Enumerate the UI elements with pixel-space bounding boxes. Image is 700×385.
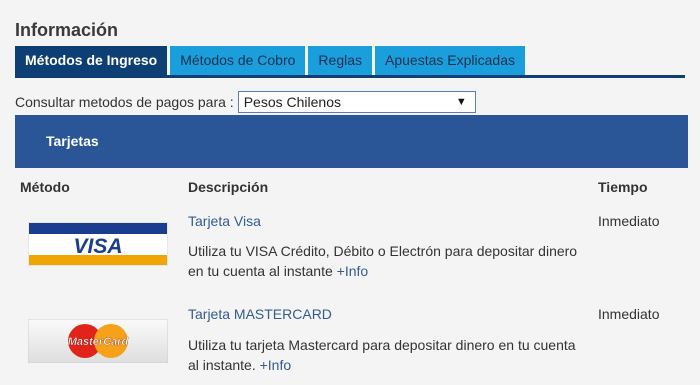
method-time: Inmediato — [598, 306, 660, 322]
tabs-divider — [15, 75, 685, 78]
column-header-method: Método — [20, 179, 70, 195]
mastercard-logo: MasterCard — [27, 318, 169, 364]
tab-apuestas-explicadas[interactable]: Apuestas Explicadas — [375, 46, 525, 75]
method-name-visa[interactable]: Tarjeta Visa — [188, 213, 261, 229]
section-header: Tarjetas — [15, 115, 688, 168]
more-info-link[interactable]: +Info — [260, 357, 292, 373]
page-title: Información — [15, 20, 119, 40]
tab-reglas[interactable]: Reglas — [308, 46, 373, 75]
column-header-time: Tiempo — [598, 179, 648, 195]
tab-bar: Métodos de Ingreso Métodos de Cobro Regl… — [15, 46, 528, 75]
method-time: Inmediato — [598, 213, 660, 229]
currency-select-value: Pesos Chilenos — [243, 94, 341, 110]
description-text: Utiliza tu VISA Crédito, Débito o Electr… — [188, 243, 578, 279]
filter-label: Consultar metodos de pagos para : — [15, 94, 234, 110]
currency-select[interactable]: Pesos Chilenos ▼ — [237, 91, 476, 113]
section-title: Tarjetas — [46, 133, 99, 149]
tab-metodos-cobro[interactable]: Métodos de Cobro — [170, 46, 306, 75]
method-description: Utiliza tu VISA Crédito, Débito o Electr… — [188, 241, 588, 281]
visa-logo: VISA — [27, 221, 169, 267]
visa-logo-text: VISA — [73, 235, 122, 258]
dropdown-arrow-icon: ▼ — [455, 96, 467, 108]
more-info-link[interactable]: +Info — [337, 263, 369, 279]
method-description: Utiliza tu tarjeta Mastercard para depos… — [188, 335, 588, 375]
currency-filter: Consultar metodos de pagos para : Pesos … — [15, 91, 476, 113]
description-text: Utiliza tu tarjeta Mastercard para depos… — [188, 337, 576, 373]
tab-metodos-ingreso[interactable]: Métodos de Ingreso — [15, 46, 168, 75]
column-header-description: Descripción — [188, 179, 269, 195]
mastercard-logo-text: MasterCard — [68, 336, 129, 348]
method-name-mastercard[interactable]: Tarjeta MASTERCARD — [188, 306, 332, 322]
